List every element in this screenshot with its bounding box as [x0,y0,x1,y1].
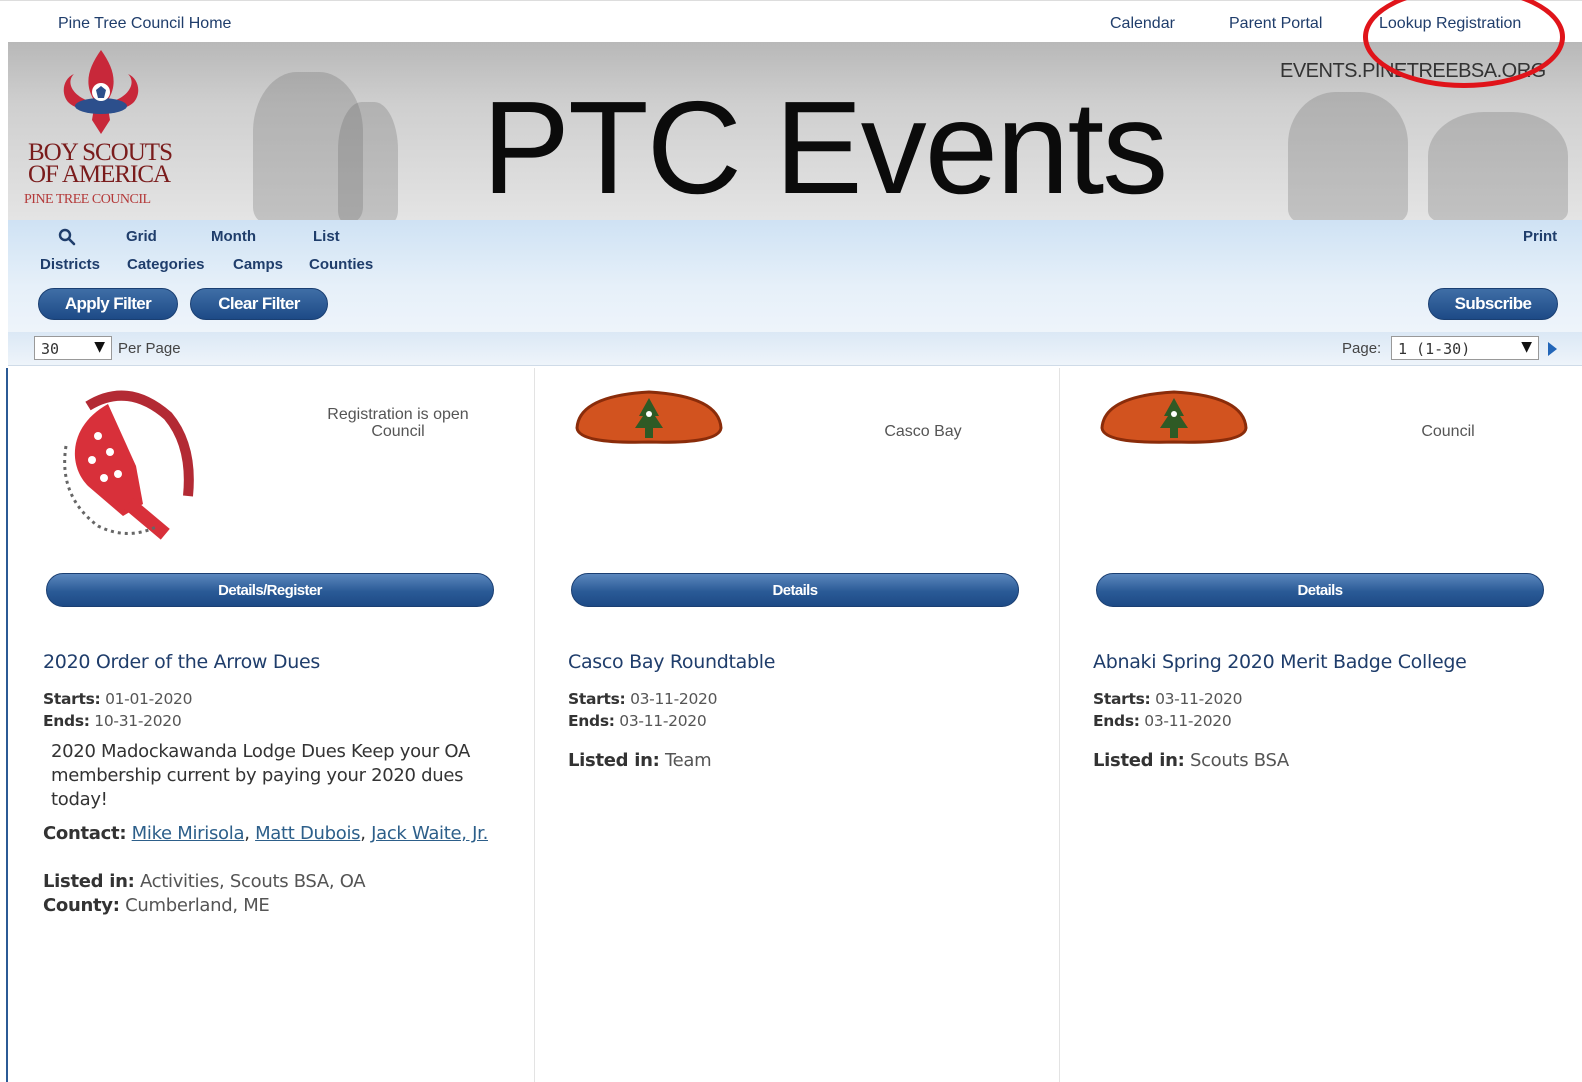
council-patch-icon [575,390,723,444]
search-icon[interactable] [58,228,76,246]
details-button[interactable]: Details [1096,573,1544,607]
event-org: Council [1421,423,1475,440]
event-description: 2020 Madockawanda Lodge Dues Keep your O… [51,741,470,810]
page-select[interactable]: 1 (1-30) ▼ [1391,336,1539,360]
event-starts: Starts: 03-11-2020 [1093,690,1243,708]
council-patch-icon [1100,390,1248,444]
event-starts: Starts: 01-01-2020 [43,690,193,708]
event-starts: Starts: 03-11-2020 [568,690,718,708]
view-list[interactable]: List [313,228,340,245]
clear-filter-button[interactable]: Clear Filter [190,288,328,320]
contact-link[interactable]: Matt Dubois [255,823,360,844]
banner-photo-figure [1288,92,1408,220]
event-listed-in: Listed in: Team [568,750,712,771]
event-org: Council [371,423,425,440]
filter-camps[interactable]: Camps [233,256,283,273]
page-banner: BOY SCOUTS OF AMERICA PINE TREE COUNCIL … [8,42,1582,220]
dropdown-arrow-icon: ▼ [1521,339,1532,355]
left-border [6,368,8,1082]
per-page-select[interactable]: 30 ▼ [34,336,112,360]
council-logo-text: PINE TREE COUNCIL [24,192,151,207]
per-page-label: Per Page [118,340,181,357]
lookup-registration-link[interactable]: Lookup Registration [1379,15,1521,33]
banner-photo-figure [338,102,398,220]
filter-toolbar: Grid Month List Print Districts Categori… [8,220,1582,332]
event-card: Casco Bay Details Casco Bay Roundtable S… [535,368,1060,1082]
banner-photo-figure [1428,112,1568,220]
council-home-link[interactable]: Pine Tree Council Home [58,15,231,33]
details-button[interactable]: Details [571,573,1019,607]
page-title: PTC Events [482,74,1168,220]
calendar-link[interactable]: Calendar [1110,15,1175,33]
order-of-the-arrow-logo [63,390,194,540]
event-ends: Ends: 10-31-2020 [43,712,182,730]
event-ends: Ends: 03-11-2020 [1093,712,1232,730]
event-listed-in: Listed in: Activities, Scouts BSA, OA [43,871,366,892]
contact-link[interactable]: Mike Mirisola [132,823,245,844]
event-title-link[interactable]: Casco Bay Roundtable [568,651,775,673]
details-register-button[interactable]: Details/Register [46,573,494,607]
filter-categories[interactable]: Categories [127,256,205,273]
next-page-icon[interactable] [1546,341,1558,357]
bsa-logo-text: BOY SCOUTS OF AMERICA [28,139,173,188]
page-label: Page: [1342,340,1382,357]
filter-districts[interactable]: Districts [40,256,100,273]
print-link[interactable]: Print [1523,228,1557,245]
event-org: Casco Bay [884,423,962,440]
parent-portal-link[interactable]: Parent Portal [1229,15,1322,33]
event-ends: Ends: 03-11-2020 [568,712,707,730]
registration-status: Registration is open [327,406,469,423]
event-title-link[interactable]: 2020 Order of the Arrow Dues [43,651,320,673]
dropdown-arrow-icon: ▼ [94,339,105,355]
site-url: EVENTS.PINETREEBSA.ORG [1280,60,1546,82]
fleur-de-lis-icon [63,50,139,134]
view-month[interactable]: Month [211,228,256,245]
top-nav: Pine Tree Council Home Calendar Parent P… [0,0,1582,42]
event-card: Registration is open Council Details/Reg… [10,368,535,1082]
event-listed-in: Listed in: Scouts BSA [1093,750,1289,771]
event-card: Council Details Abnaki Spring 2020 Merit… [1060,368,1582,1082]
subscribe-button[interactable]: Subscribe [1428,288,1558,320]
event-county: County: Cumberland, ME [43,895,270,916]
apply-filter-button[interactable]: Apply Filter [38,288,178,320]
contact-link[interactable]: Jack Waite, Jr. [371,823,488,844]
event-title-link[interactable]: Abnaki Spring 2020 Merit Badge College [1093,651,1467,673]
filter-counties[interactable]: Counties [309,256,373,273]
view-grid[interactable]: Grid [126,228,157,245]
event-contact: Contact: Mike Mirisola, Matt Dubois, Jac… [43,823,489,844]
paging-bar: 30 ▼ Per Page Page: 1 (1-30) ▼ [8,332,1582,366]
